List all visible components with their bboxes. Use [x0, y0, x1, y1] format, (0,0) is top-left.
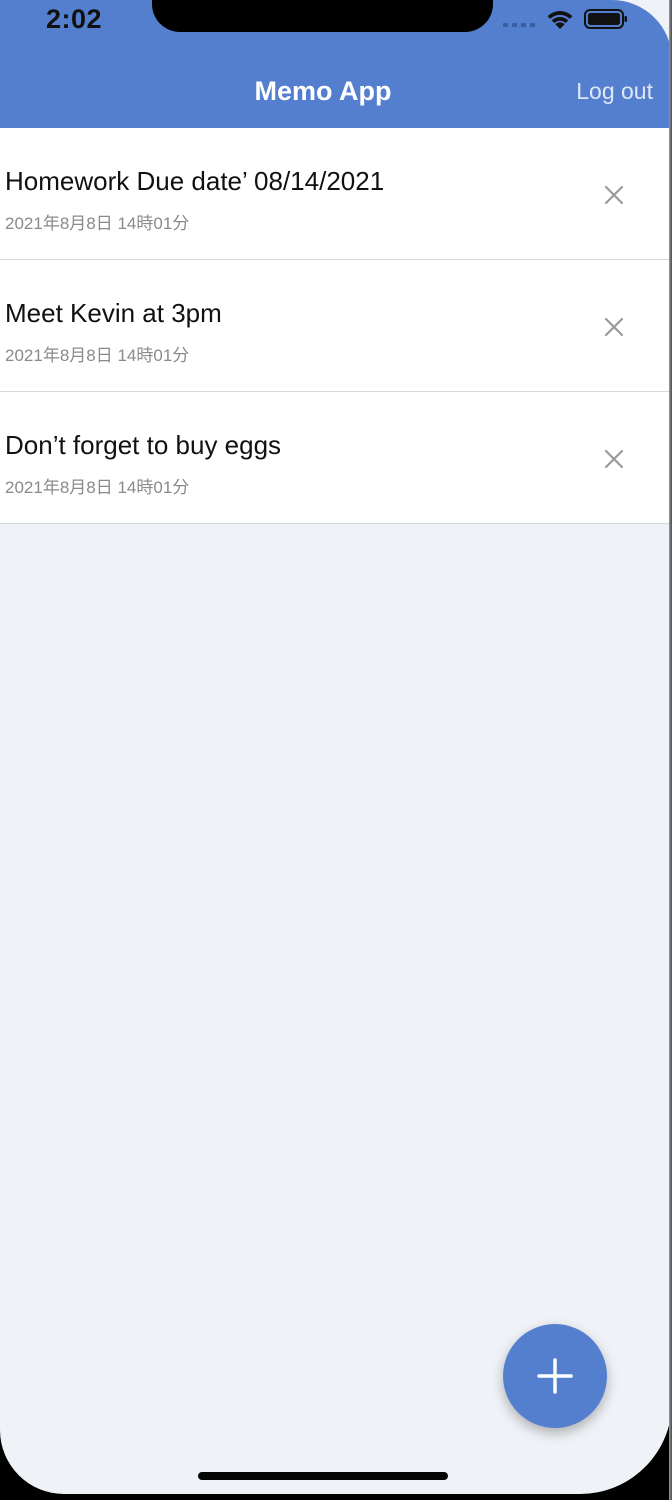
home-indicator[interactable]	[198, 1472, 448, 1480]
memo-list-item[interactable]: Meet Kevin at 3pm 2021年8月8日 14時01分	[0, 260, 672, 392]
device-frame: 2:02 Memo App Log out Homework Due date’…	[0, 0, 672, 1500]
memo-list-item[interactable]: Don’t forget to buy eggs 2021年8月8日 14時01…	[0, 392, 672, 524]
close-icon[interactable]	[602, 315, 626, 339]
device-notch	[152, 0, 493, 32]
plus-icon	[537, 1358, 573, 1394]
memo-title: Meet Kevin at 3pm	[5, 298, 222, 328]
close-icon[interactable]	[602, 183, 626, 207]
cellular-signal-icon	[503, 23, 535, 27]
status-bar-time: 2:02	[46, 4, 103, 34]
memo-date: 2021年8月8日 14時01分	[5, 346, 190, 365]
memo-title: Don’t forget to buy eggs	[5, 430, 282, 460]
app-screen: 2:02 Memo App Log out Homework Due date’…	[0, 0, 672, 1494]
app-header: 2:02 Memo App Log out	[0, 0, 672, 128]
memo-title: Homework Due date’ 08/14/2021	[5, 166, 385, 196]
add-memo-button[interactable]	[503, 1324, 607, 1428]
logout-button[interactable]: Log out	[576, 78, 653, 105]
battery-icon	[584, 9, 627, 29]
wifi-icon	[547, 11, 573, 29]
memo-date: 2021年8月8日 14時01分	[5, 478, 190, 497]
page-title: Memo App	[254, 76, 392, 106]
memo-list-item[interactable]: Homework Due date’ 08/14/2021 2021年8月8日 …	[0, 128, 672, 260]
memo-date: 2021年8月8日 14時01分	[5, 214, 190, 233]
memo-list: Homework Due date’ 08/14/2021 2021年8月8日 …	[0, 128, 672, 524]
close-icon[interactable]	[602, 447, 626, 471]
